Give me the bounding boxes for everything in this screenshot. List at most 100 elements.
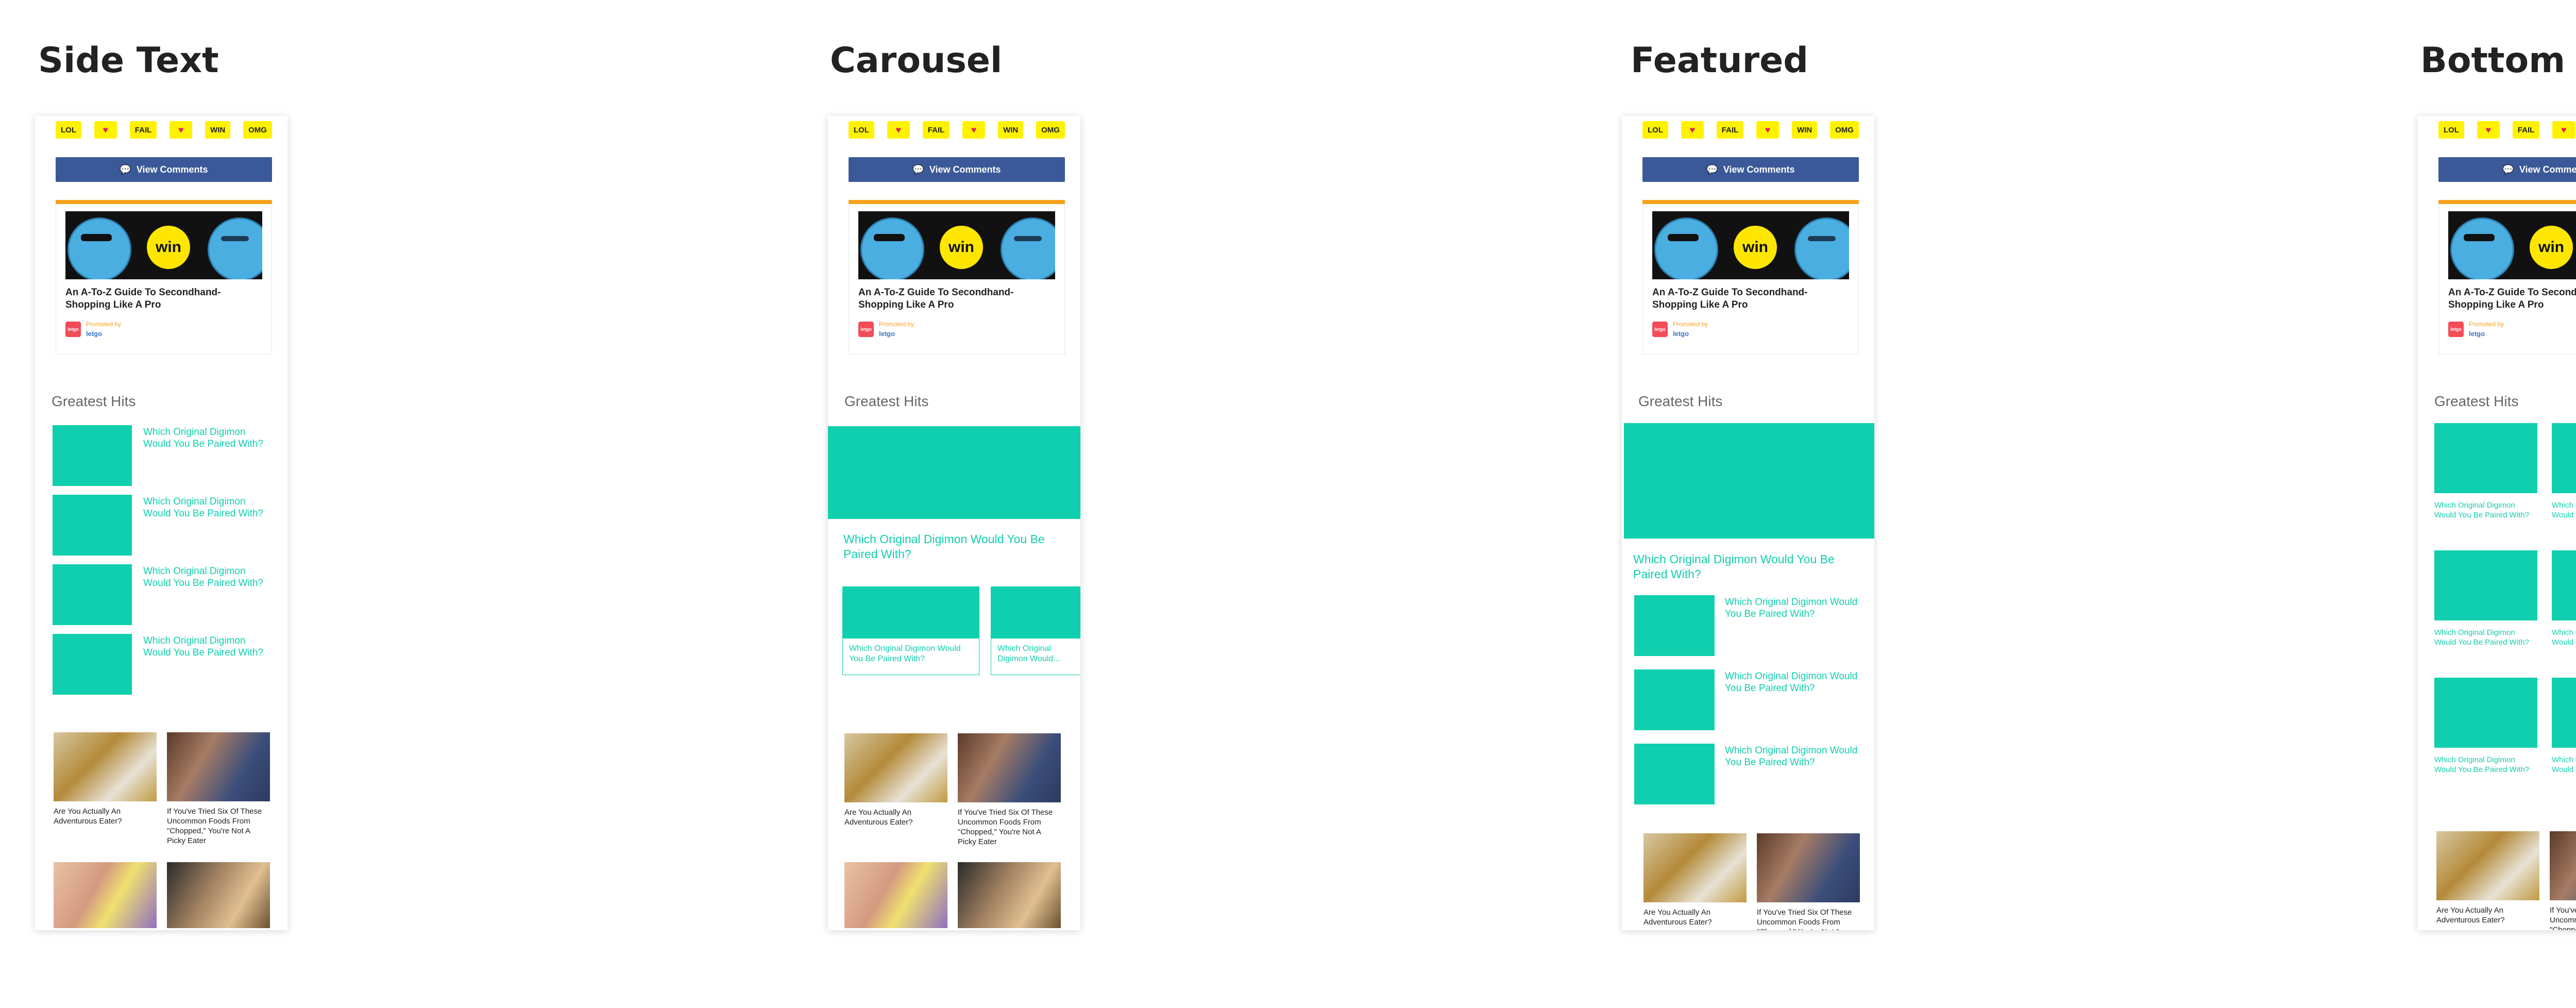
reaction-fail-button[interactable]: FAIL: [922, 121, 950, 139]
story-thumbnail[interactable]: [167, 862, 270, 928]
story-thumbnail[interactable]: [958, 862, 1061, 928]
brand-logo: letgo: [858, 322, 874, 337]
story-thumbnail[interactable]: [54, 732, 157, 801]
reaction-lol-button[interactable]: LOL: [849, 121, 874, 139]
section-title: Greatest Hits: [844, 393, 929, 409]
promo-brand-link[interactable]: letgo: [86, 330, 102, 338]
view-comments-button[interactable]: 💬 View Comments: [1642, 157, 1859, 182]
story-title[interactable]: Are You Actually An Adventurous Eater?: [1643, 908, 1747, 927]
story-title[interactable]: If You've Tried Six Of These Uncommon Fo…: [1757, 908, 1860, 930]
story-thumbnail[interactable]: [958, 733, 1061, 802]
item-link[interactable]: Which Original Digimon Would You Be Pair…: [1725, 670, 1864, 694]
reaction-lol-button[interactable]: LOL: [1642, 121, 1668, 139]
promo-image: win: [858, 211, 1055, 279]
story-thumbnail[interactable]: [1757, 833, 1860, 902]
story-thumbnail[interactable]: [167, 732, 270, 801]
item-thumbnail[interactable]: [1634, 744, 1715, 804]
promo-title[interactable]: An A-To-Z Guide To Secondhand-Shopping L…: [858, 287, 1055, 311]
promo-title[interactable]: An A-To-Z Guide To Secondhand-Shopping L…: [2448, 287, 2576, 311]
story-thumbnail[interactable]: [1643, 833, 1747, 902]
reaction-love-button[interactable]: ♥: [170, 121, 193, 139]
view-comments-button[interactable]: 💬 View Comments: [2438, 157, 2576, 182]
item-thumbnail[interactable]: [53, 634, 132, 695]
item-link[interactable]: Which Original Digimon Would You Be Pair…: [143, 635, 267, 659]
item-link[interactable]: Which Original Digimon Would You Be Pair…: [1725, 596, 1864, 620]
reaction-love-button[interactable]: ♥: [2552, 121, 2575, 139]
story-thumbnail[interactable]: [54, 862, 157, 928]
featured-link[interactable]: Which Original Digimon Would You Be Pair…: [1633, 552, 1860, 582]
view-comments-button[interactable]: 💬 View Comments: [849, 157, 1065, 182]
promo-title[interactable]: An A-To-Z Guide To Secondhand-Shopping L…: [65, 287, 262, 311]
item-link[interactable]: Which Original Digimon Would You Be Pair…: [2434, 628, 2535, 647]
carousel-card-link[interactable]: Which Original Digimon Would You Be Pair…: [849, 644, 973, 664]
item-link[interactable]: Which Original Digimon Would You Be Pair…: [143, 496, 267, 519]
item-thumbnail[interactable]: [2552, 423, 2576, 493]
promo-card[interactable]: win An A-To-Z Guide To Secondhand-Shoppi…: [56, 204, 272, 355]
promo-card[interactable]: win An A-To-Z Guide To Secondhand-Shoppi…: [2438, 204, 2576, 355]
promo-card[interactable]: win An A-To-Z Guide To Secondhand-Shoppi…: [849, 204, 1065, 355]
item-thumbnail[interactable]: [53, 495, 132, 556]
reaction-heart-button[interactable]: ♥: [887, 121, 910, 139]
item-link[interactable]: Which Original Digimon Would You Be Pair…: [143, 565, 267, 589]
item-thumbnail[interactable]: [53, 564, 132, 625]
view-comments-button[interactable]: 💬 View Comments: [56, 157, 272, 182]
featured-link[interactable]: Which Original Digimon Would You Be Pair…: [843, 532, 1060, 562]
item-thumbnail[interactable]: [2434, 550, 2537, 620]
story-thumbnail[interactable]: [2550, 831, 2576, 900]
item-thumbnail[interactable]: [53, 425, 132, 486]
story-title[interactable]: If You've Tried Six Of These Uncommon Fo…: [2550, 905, 2576, 930]
story-thumbnail[interactable]: [844, 733, 947, 802]
reaction-win-button[interactable]: WIN: [205, 121, 231, 139]
item-thumbnail[interactable]: [2552, 678, 2576, 748]
item-link[interactable]: Which Original Digimon Would You Be Pair…: [2434, 755, 2535, 775]
item-thumbnail[interactable]: [2434, 423, 2537, 493]
phone-mockup-carousel: LOL ♥ FAIL ♥ WIN OMG 💬 View Comments win…: [828, 116, 1080, 930]
story-thumbnail[interactable]: [844, 862, 947, 928]
reaction-fail-button[interactable]: FAIL: [1716, 121, 1744, 139]
item-thumbnail[interactable]: [2552, 550, 2576, 620]
reaction-heart-button[interactable]: ♥: [2477, 121, 2500, 139]
story-title[interactable]: If You've Tried Six Of These Uncommon Fo…: [167, 807, 270, 846]
featured-image[interactable]: [828, 426, 1080, 519]
reaction-win-button[interactable]: WIN: [998, 121, 1024, 139]
reaction-win-button[interactable]: WIN: [1792, 121, 1818, 139]
promo-brand-link[interactable]: letgo: [2469, 330, 2485, 338]
promo-brand-link[interactable]: letgo: [879, 330, 895, 338]
carousel-card[interactable]: Which Original Digimon Would You Be Pair…: [842, 586, 979, 675]
item-thumbnail[interactable]: [2434, 678, 2537, 748]
item-link[interactable]: Which Original Digimon Would You Be Pair…: [2552, 500, 2576, 520]
story-title[interactable]: Are You Actually An Adventurous Eater?: [54, 807, 157, 826]
story-title[interactable]: Are You Actually An Adventurous Eater?: [844, 808, 947, 827]
carousel-thumbnail: [991, 587, 1080, 639]
promo-brand-link[interactable]: letgo: [1673, 330, 1689, 338]
reaction-fail-button[interactable]: FAIL: [2512, 121, 2540, 139]
win-badge-icon: win: [147, 226, 190, 269]
story-title[interactable]: If You've Tried Six Of These Uncommon Fo…: [958, 808, 1061, 847]
promo-card[interactable]: win An A-To-Z Guide To Secondhand-Shoppi…: [1642, 204, 1859, 355]
reaction-omg-button[interactable]: OMG: [1830, 121, 1859, 139]
reaction-lol-button[interactable]: LOL: [2438, 121, 2464, 139]
story-thumbnail[interactable]: [2436, 831, 2539, 900]
column-title-featured: Featured: [1631, 40, 1808, 81]
promo-image: win: [65, 211, 262, 279]
item-link[interactable]: Which Original Digimon Would You Be Pair…: [2434, 500, 2535, 520]
reaction-love-button[interactable]: ♥: [962, 121, 986, 139]
promo-title[interactable]: An A-To-Z Guide To Secondhand-Shopping L…: [1652, 287, 1849, 311]
reaction-fail-button[interactable]: FAIL: [129, 121, 157, 139]
featured-image[interactable]: [1624, 423, 1874, 539]
reaction-heart-button[interactable]: ♥: [94, 121, 117, 139]
reaction-love-button[interactable]: ♥: [1756, 121, 1780, 139]
reaction-lol-button[interactable]: LOL: [56, 121, 81, 139]
story-title[interactable]: Are You Actually An Adventurous Eater?: [2436, 905, 2539, 925]
item-thumbnail[interactable]: [1634, 669, 1715, 730]
reaction-heart-button[interactable]: ♥: [1681, 121, 1704, 139]
carousel-card[interactable]: Which Original Digimon Would...: [991, 586, 1080, 675]
item-thumbnail[interactable]: [1634, 595, 1715, 656]
item-link[interactable]: Which Original Digimon Would You Be Pair…: [143, 426, 267, 450]
item-link[interactable]: Which Original Digimon Would You Be Pair…: [2552, 628, 2576, 647]
carousel-card-link[interactable]: Which Original Digimon Would...: [997, 644, 1070, 664]
item-link[interactable]: Which Original Digimon Would You Be Pair…: [1725, 745, 1864, 768]
item-link[interactable]: Which Original Digimon Would You Be Pair…: [2552, 755, 2576, 775]
reaction-omg-button[interactable]: OMG: [243, 121, 272, 139]
reaction-omg-button[interactable]: OMG: [1036, 121, 1065, 139]
